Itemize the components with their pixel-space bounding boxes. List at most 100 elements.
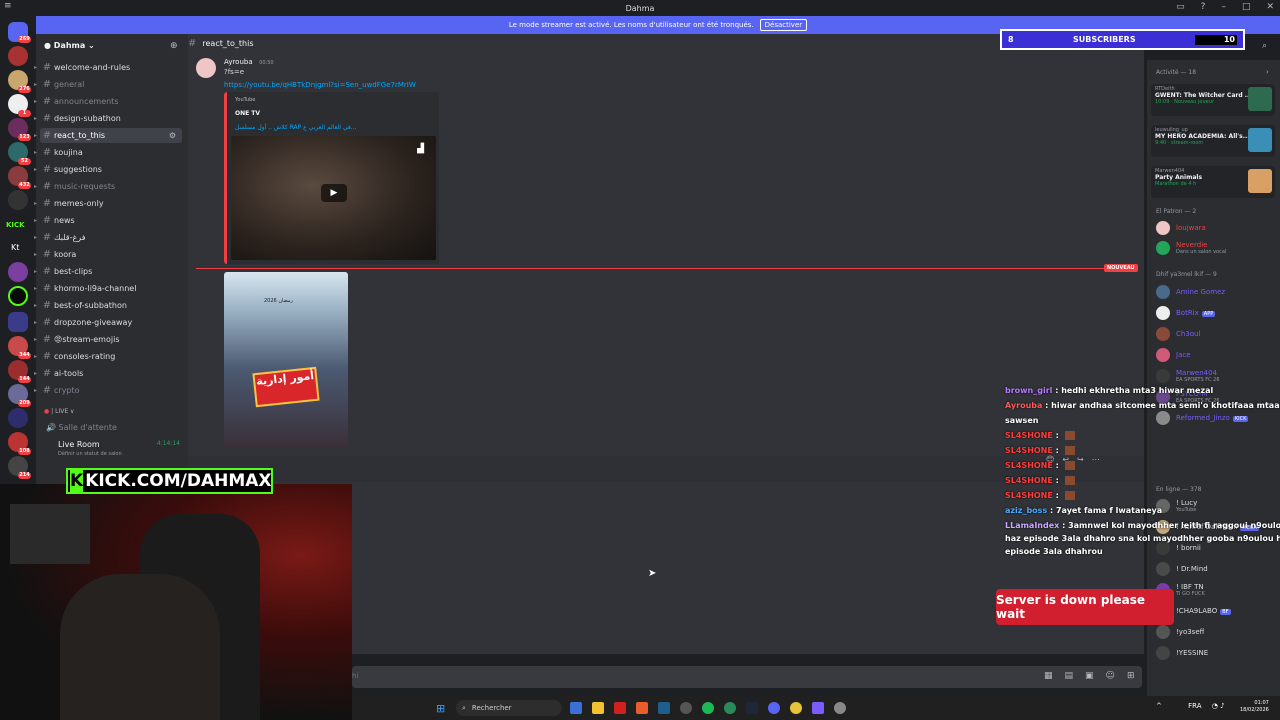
channel-item[interactable]: # فرغ-قلبك xyxy=(40,230,182,245)
channel-item[interactable]: # best-of-subbathon xyxy=(40,298,182,313)
copilot-icon[interactable] xyxy=(570,702,582,714)
apps-icon[interactable]: ⊞ xyxy=(1127,671,1135,681)
member-row[interactable]: !yo3seff xyxy=(1156,623,1276,641)
help-icon[interactable]: ? xyxy=(1201,2,1206,12)
channel-item[interactable]: # best-clips xyxy=(40,264,182,279)
member-row[interactable]: Ch3oul xyxy=(1156,325,1276,343)
forward-icon[interactable]: ↪ xyxy=(1077,455,1084,464)
hash-icon: # xyxy=(42,198,52,209)
discord-icon[interactable] xyxy=(768,702,780,714)
message-author[interactable]: Ayrouba xyxy=(224,58,253,66)
emoji-icon[interactable]: ☺ xyxy=(1106,671,1115,681)
channel-item[interactable]: # music-requests xyxy=(40,179,182,194)
maximize-icon[interactable]: □ xyxy=(1242,2,1251,12)
tray-expand-icon[interactable]: ^ xyxy=(1156,702,1162,710)
folder-icon[interactable] xyxy=(8,312,28,332)
server-icon[interactable] xyxy=(8,262,28,282)
spotify-icon[interactable] xyxy=(702,702,714,714)
channel-item[interactable]: # design-subathon xyxy=(40,111,182,126)
channel-item[interactable]: # general xyxy=(40,77,182,92)
inbox-icon[interactable]: ▭ xyxy=(1176,2,1185,12)
obs-icon[interactable] xyxy=(680,702,692,714)
chrome-icon[interactable] xyxy=(790,702,802,714)
member-row[interactable]: ! Lucy YouTube xyxy=(1156,497,1276,515)
search-icon[interactable]: ⌕ xyxy=(1262,41,1267,51)
live-room-channel[interactable]: Live Room 4:14:14 xyxy=(58,440,180,449)
member-row[interactable]: ! IBF TN TI GO FUCK xyxy=(1156,581,1276,599)
waiting-room-label: Salle d'attente xyxy=(58,423,117,432)
taskbar-clock[interactable]: 01:07 18/02/2026 xyxy=(1240,700,1269,714)
language-indicator[interactable]: FRA xyxy=(1188,702,1201,710)
volume-icon[interactable]: ♪ xyxy=(1220,702,1224,710)
channel-item[interactable]: # 😡stream-emojis xyxy=(40,332,182,347)
activity-card[interactable]: leuwuling_up MY HERO ACADEMIA: All's... 9:… xyxy=(1151,125,1275,157)
start-icon[interactable]: ⊞ xyxy=(436,702,445,715)
app-icon[interactable] xyxy=(812,702,824,714)
app-icon[interactable] xyxy=(724,702,736,714)
minimize-icon[interactable]: – xyxy=(1221,2,1226,12)
gif-icon[interactable]: ▤ xyxy=(1065,671,1074,681)
add-member-icon[interactable]: ⊕ xyxy=(170,41,178,51)
taskbar-search[interactable]: ⌕ Rechercher xyxy=(456,700,562,716)
channel-item[interactable]: # ai-tools xyxy=(40,366,182,381)
embed-title[interactable]: كلاش .. أول مسلسل RAP في العالم العربي ع… xyxy=(235,124,356,131)
live-category[interactable]: ● | LIVE ∨ xyxy=(44,408,74,415)
file-explorer-icon[interactable] xyxy=(592,702,604,714)
kick-server-icon[interactable]: KICK xyxy=(6,221,25,229)
kt-server-icon[interactable]: Kt xyxy=(11,243,19,252)
gift-icon[interactable]: ▦ xyxy=(1044,671,1053,681)
settings-icon[interactable] xyxy=(834,702,846,714)
wifi-icon[interactable]: ◔ xyxy=(1212,702,1218,710)
close-icon[interactable]: ✕ xyxy=(1266,2,1274,12)
member-row[interactable]: !CHA9LABO BF xyxy=(1156,602,1276,620)
channel-item[interactable]: # consoles-rating xyxy=(40,349,182,364)
embed-channel[interactable]: ONE TV xyxy=(235,110,260,117)
channel-item[interactable]: # welcome-and-rules xyxy=(40,60,182,75)
member-row[interactable]: loujwara xyxy=(1156,219,1276,237)
member-row[interactable]: Marwen404 EA SPORTS FC 26 xyxy=(1156,367,1276,385)
server-icon[interactable] xyxy=(8,46,28,66)
channel-settings-icon[interactable]: ⚙ xyxy=(169,131,178,140)
member-row[interactable]: BotRix APP xyxy=(1156,304,1276,322)
member-row[interactable]: Neverdie Dans un salon vocal xyxy=(1156,239,1276,257)
channel-item[interactable]: # suggestions xyxy=(40,162,182,177)
server-icon[interactable] xyxy=(8,408,28,428)
steam-icon[interactable] xyxy=(746,702,758,714)
channel-item[interactable]: # khormo-li9a-channel xyxy=(40,281,182,296)
guild-header[interactable]: ● Dahma ⌄ xyxy=(44,41,95,50)
app-icon[interactable] xyxy=(636,702,648,714)
more-icon[interactable]: ⋯ xyxy=(1092,455,1100,464)
play-icon[interactable]: ▶ xyxy=(321,184,347,202)
attached-image[interactable]: رمضان 2026 أمور إدارية xyxy=(224,272,348,448)
channel-item[interactable]: # koujina xyxy=(40,145,182,160)
channel-item[interactable]: # dropzone-giveaway xyxy=(40,315,182,330)
message-link[interactable]: https://youtu.be/qHBTkDnjgml?si=Sen_uwdF… xyxy=(224,81,416,89)
channel-item[interactable]: # crypto xyxy=(40,383,182,398)
member-name: ! Dr.Mind xyxy=(1176,565,1208,573)
channel-item[interactable]: # announcements xyxy=(40,94,182,109)
channel-item[interactable]: # koora xyxy=(40,247,182,262)
channel-status[interactable]: Définir un statut de salon xyxy=(58,451,122,457)
app-icon[interactable] xyxy=(614,702,626,714)
member-row[interactable]: !YESSINE xyxy=(1156,644,1276,662)
waiting-room-channel[interactable]: 🔊 Salle d'attente xyxy=(46,423,117,432)
avatar[interactable] xyxy=(196,58,216,78)
activity-card[interactable]: Marwen404 Party Animals Marathon de 4 h xyxy=(1151,166,1275,198)
member-row[interactable]: Amine Gomez xyxy=(1156,283,1276,301)
channel-item[interactable]: # memes-only xyxy=(40,196,182,211)
member-row[interactable]: ! Dr.Mind xyxy=(1156,560,1276,578)
message-composer[interactable]: hi xyxy=(352,666,1142,688)
chevron-right-icon[interactable]: › xyxy=(1266,68,1269,76)
member-row[interactable]: Jace xyxy=(1156,346,1276,364)
server-icon[interactable] xyxy=(8,190,28,210)
activity-card[interactable]: RTDeith GWENT: The Witcher Card ... 10:09 … xyxy=(1151,84,1275,116)
server-icon[interactable] xyxy=(8,286,28,306)
sticker-icon[interactable]: ▣ xyxy=(1085,671,1094,681)
channel-item[interactable]: # react_to_this ⚙ xyxy=(40,128,182,143)
app-icon[interactable] xyxy=(658,702,670,714)
video-thumbnail[interactable]: ▶ ▟ xyxy=(231,136,436,260)
disable-streamer-button[interactable]: Désactiver xyxy=(759,19,808,31)
menu-icon[interactable]: ≡ xyxy=(4,1,12,11)
channel-item[interactable]: # news xyxy=(40,213,182,228)
member-row[interactable]: Reformed_Jinzo KICK xyxy=(1156,409,1276,427)
